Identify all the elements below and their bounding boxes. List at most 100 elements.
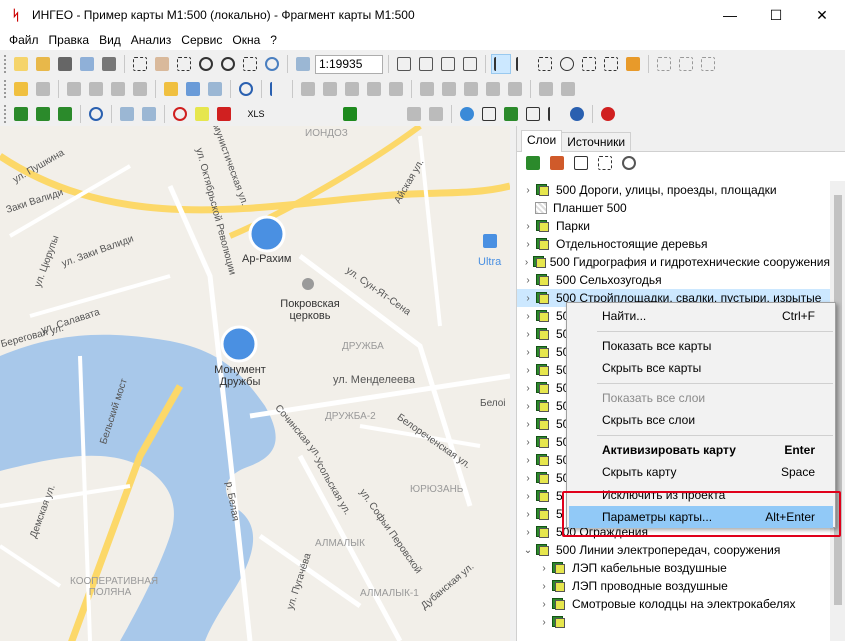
table-icon[interactable] <box>183 79 203 99</box>
layer-icon[interactable] <box>535 525 550 539</box>
gear-icon[interactable] <box>619 153 639 173</box>
chevron-right-icon[interactable]: › <box>521 293 535 304</box>
layer-icon[interactable] <box>535 291 550 305</box>
select-region-icon[interactable] <box>130 54 150 74</box>
map-view[interactable]: ул. Пушкина Заки Валиди ул. Заки Валиди … <box>0 126 510 641</box>
menu-view[interactable]: Вид <box>94 33 126 47</box>
cut-icon[interactable] <box>108 79 128 99</box>
measure-icon[interactable] <box>298 79 318 99</box>
edit-object-icon[interactable] <box>33 79 53 99</box>
grid-icon[interactable] <box>654 54 674 74</box>
pointer-select-icon[interactable] <box>513 54 533 74</box>
zoom-in-icon[interactable] <box>196 54 216 74</box>
lasso-icon[interactable] <box>557 54 577 74</box>
menu-edit[interactable]: Правка <box>44 33 95 47</box>
print-preview-icon[interactable] <box>77 54 97 74</box>
chevron-right-icon[interactable]: › <box>521 365 535 376</box>
layers-icon[interactable] <box>55 54 75 74</box>
height-icon[interactable] <box>545 104 565 124</box>
layer-row[interactable]: › Отдельностоящие деревья <box>517 235 830 253</box>
properties-icon[interactable] <box>205 79 225 99</box>
tab-sources[interactable]: Источники <box>561 132 632 151</box>
forbid-icon[interactable] <box>170 104 190 124</box>
scale-input[interactable]: 1:19935 <box>315 54 383 74</box>
menu-service[interactable]: Сервис <box>176 33 227 47</box>
layer-row[interactable]: › 500 Гидрография и гидротехнические соор… <box>517 253 830 271</box>
layer-icon[interactable] <box>535 453 550 467</box>
layer-icon[interactable] <box>535 417 550 431</box>
menu-help[interactable]: ? <box>265 33 282 47</box>
move-layer-icon[interactable] <box>547 153 567 173</box>
layer-icon[interactable] <box>535 345 550 359</box>
style-icon[interactable] <box>161 79 181 99</box>
poly-select-icon[interactable] <box>601 54 621 74</box>
route-icon[interactable] <box>11 104 31 124</box>
open-icon[interactable] <box>33 54 53 74</box>
layer-icon[interactable] <box>535 219 550 233</box>
chevron-right-icon[interactable]: › <box>521 401 535 412</box>
layer-icon[interactable] <box>535 543 550 557</box>
chevron-right-icon[interactable]: › <box>537 563 551 574</box>
zoom-extent-icon[interactable] <box>240 54 260 74</box>
globe-icon[interactable] <box>457 104 477 124</box>
chevron-down-icon[interactable]: ⌄ <box>521 545 535 556</box>
chevron-right-icon[interactable]: › <box>521 419 535 430</box>
chevron-right-icon[interactable]: › <box>537 599 551 610</box>
tool-icon-5[interactable] <box>505 79 525 99</box>
chevron-right-icon[interactable]: › <box>521 185 535 196</box>
layer-icon[interactable] <box>535 471 550 485</box>
minimize-button[interactable]: — <box>707 0 753 30</box>
layer-row[interactable]: › 500 Сельхозугодья <box>517 271 830 289</box>
chevron-right-icon[interactable]: › <box>521 491 535 502</box>
sign-icon[interactable] <box>192 104 212 124</box>
chevron-right-icon[interactable]: › <box>521 383 535 394</box>
paste-icon[interactable] <box>86 79 106 99</box>
chevron-right-icon[interactable]: › <box>521 257 532 268</box>
layer-icon[interactable] <box>535 381 550 395</box>
tool-icon-3[interactable] <box>461 79 481 99</box>
layer-icon[interactable] <box>535 237 550 251</box>
doc-icon-3[interactable] <box>438 54 458 74</box>
tool-icon-6[interactable] <box>536 79 556 99</box>
print-icon[interactable] <box>99 54 119 74</box>
menu-windows[interactable]: Окна <box>227 33 265 47</box>
tool-icon[interactable] <box>417 79 437 99</box>
chevron-right-icon[interactable]: › <box>521 527 535 538</box>
pointer-icon[interactable] <box>491 54 511 74</box>
help-icon[interactable] <box>567 104 587 124</box>
layer-icon[interactable] <box>551 579 566 593</box>
add-object-icon[interactable] <box>11 79 31 99</box>
navigate-icon[interactable] <box>523 104 543 124</box>
zoom-window-icon[interactable] <box>174 54 194 74</box>
layer-icon[interactable] <box>535 273 550 287</box>
doc-icon-2[interactable] <box>416 54 436 74</box>
route-icon-2[interactable] <box>33 104 53 124</box>
tool-icon-2[interactable] <box>439 79 459 99</box>
color-select-icon[interactable] <box>623 54 643 74</box>
layer-icon[interactable] <box>535 363 550 377</box>
context-menu-item[interactable]: Активизировать карту Enter <box>569 439 833 461</box>
query-icon-2[interactable] <box>139 104 159 124</box>
rect-select-icon[interactable] <box>579 54 599 74</box>
route-icon-3[interactable] <box>55 104 75 124</box>
tab-layers[interactable]: Слои <box>521 130 563 152</box>
chevron-right-icon[interactable]: › <box>521 473 535 484</box>
measure-icon-2[interactable] <box>320 79 340 99</box>
grid-icon-2[interactable] <box>676 54 696 74</box>
context-menu-item[interactable]: Скрыть карту Space <box>569 461 833 483</box>
plugin-icon[interactable] <box>404 104 424 124</box>
layer-row[interactable]: › <box>517 613 830 631</box>
vertex-icon[interactable] <box>535 54 555 74</box>
chevron-right-icon[interactable]: › <box>521 239 535 250</box>
context-menu-item[interactable]: Найти... Ctrl+F <box>569 305 833 327</box>
maximize-button[interactable]: ☐ <box>753 0 799 30</box>
measure-icon-5[interactable] <box>386 79 406 99</box>
compass-icon[interactable] <box>501 104 521 124</box>
layers-tool-icon[interactable] <box>523 153 543 173</box>
close-button[interactable]: ✕ <box>799 0 845 30</box>
layer-icon[interactable] <box>535 435 550 449</box>
layer-row[interactable]: ⌄ 500 Линии электропередач, сооружения <box>517 541 830 559</box>
chevron-right-icon[interactable]: › <box>521 509 535 520</box>
measure-icon-3[interactable] <box>342 79 362 99</box>
chevron-right-icon[interactable]: › <box>521 347 535 358</box>
